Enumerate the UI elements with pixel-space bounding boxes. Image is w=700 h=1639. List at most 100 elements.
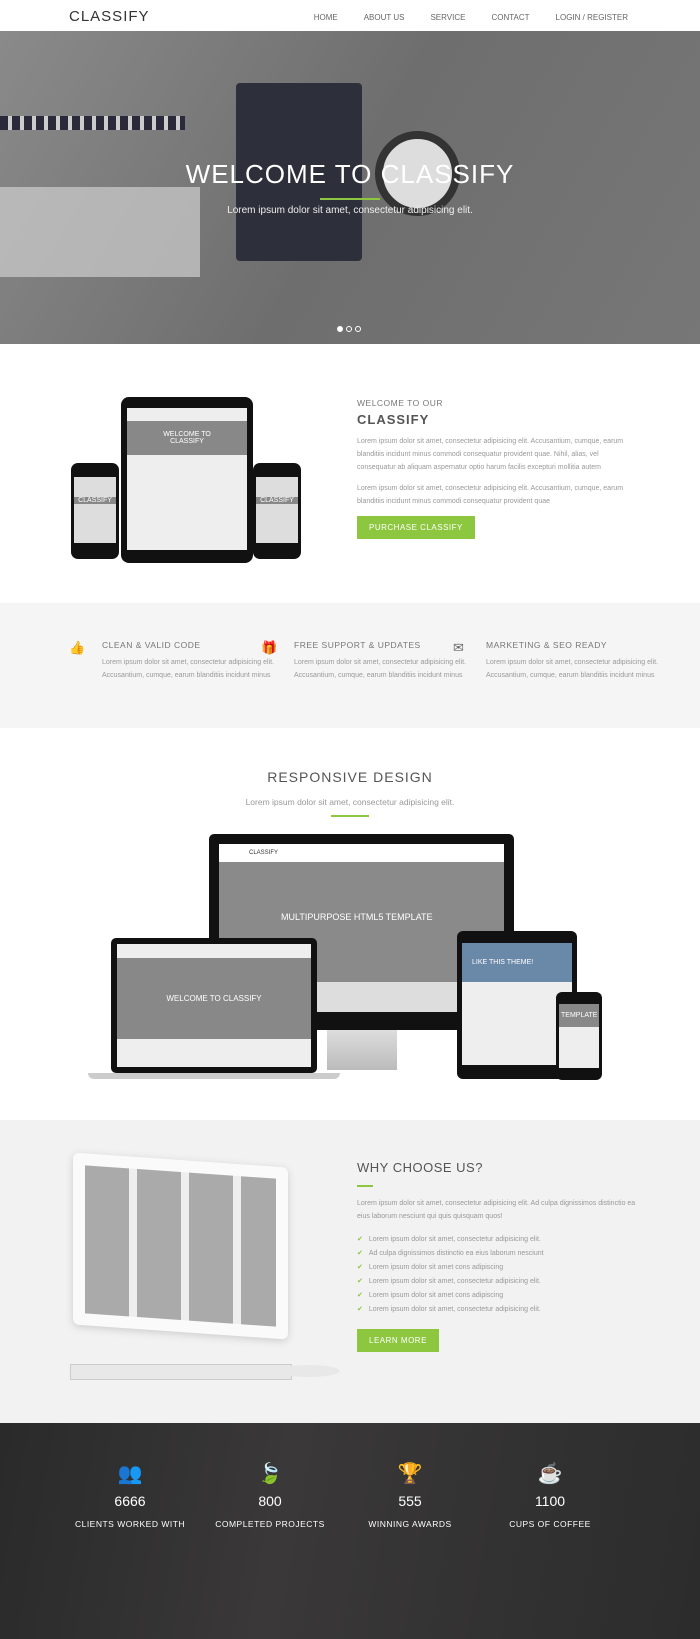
mock-text: WELCOME TO CLASSIFY — [117, 958, 311, 1039]
hero-divider — [320, 198, 380, 200]
mock-logo: CLASSIFY — [219, 844, 504, 862]
feature-title: MARKETING & SEO READY — [486, 640, 608, 650]
stat-number: 555 — [398, 1493, 422, 1509]
imac-mockup — [73, 1152, 288, 1340]
stat-item: 👥 6666 CLIENTS WORKED WITH — [60, 1461, 200, 1529]
check-text: Lorem ipsum dolor sit amet cons adipisci… — [368, 1264, 504, 1271]
divider — [331, 815, 369, 817]
responsive-section: RESPONSIVE DESIGN Lorem ipsum dolor sit … — [0, 728, 700, 1120]
stat-number: 6666 — [114, 1493, 146, 1509]
monitor-stand — [327, 1030, 397, 1070]
laptop-mockup: WELCOME TO CLASSIFY — [111, 938, 317, 1073]
check-text: Lorem ipsum dolor sit amet, consectetur … — [368, 1306, 541, 1313]
envelope-icon: ✉ — [453, 640, 464, 655]
welcome-paragraph: Lorem ipsum dolor sit amet, consectetur … — [357, 438, 624, 471]
stat-label: CUPS OF COFFEE — [509, 1519, 591, 1529]
check-item: ✔ Lorem ipsum dolor sit amet cons adipisc… — [357, 1289, 637, 1303]
keyboard-image — [70, 1364, 292, 1380]
responsive-title: RESPONSIVE DESIGN — [267, 769, 433, 785]
check-text: Ad culpa dignissimos distinctio ea eius … — [368, 1250, 544, 1257]
nav-contact[interactable]: CONTACT — [491, 13, 529, 22]
check-icon: ✔ — [357, 1278, 363, 1285]
hero-slider: WELCOME TO CLASSIFY Lorem ipsum dolor si… — [0, 31, 700, 344]
welcome-kicker: WELCOME TO OUR — [357, 398, 444, 408]
slider-dot[interactable] — [337, 326, 343, 332]
tablet-mockup: WELCOME TO CLASSIFY — [121, 397, 253, 563]
hero-keyboard-image — [0, 187, 200, 277]
coffee-icon: ☕ — [537, 1463, 563, 1485]
stats-row: 👥 6666 CLIENTS WORKED WITH 🍃 800 COMPLETED P… — [60, 1461, 620, 1529]
phone-mockup: CLASSIFY — [253, 463, 301, 559]
nav-service[interactable]: SERVICE — [430, 13, 465, 22]
check-item: ✔ Ad culpa dignissimos distinctio ea eius… — [357, 1247, 637, 1261]
check-item: ✔ Lorem ipsum dolor sit amet, consectetur… — [357, 1303, 637, 1317]
divider — [357, 1185, 373, 1187]
check-icon: ✔ — [357, 1236, 363, 1243]
welcome-section: CLASSIFY WELCOME TO CLASSIFY CLASSIFY WE… — [0, 344, 700, 603]
check-icon: ✔ — [357, 1292, 363, 1299]
logo[interactable]: CLASSIFY — [69, 8, 150, 25]
stat-item: ☕ 1100 CUPS OF COFFEE — [480, 1461, 620, 1529]
nav-home[interactable]: HOME — [314, 13, 338, 22]
users-icon: 👥 — [117, 1463, 143, 1485]
why-section: WHY CHOOSE US? Lorem ipsum dolor sit ame… — [0, 1120, 700, 1423]
purchase-button[interactable]: PURCHASE CLASSIFY — [357, 516, 475, 539]
welcome-paragraph: Lorem ipsum dolor sit amet, consectetur … — [357, 485, 624, 505]
responsive-subtitle: Lorem ipsum dolor sit amet, consectetur … — [245, 797, 455, 807]
navbar: CLASSIFY HOME ABOUT US SERVICE CONTACT L… — [0, 0, 700, 31]
trophy-icon: 🏆 — [397, 1463, 423, 1485]
phone-mockup: TEMPLATE — [556, 992, 602, 1080]
slider-dot[interactable] — [355, 326, 361, 332]
slider-dot[interactable] — [346, 326, 352, 332]
learn-more-button[interactable]: LEARN MORE — [357, 1329, 439, 1352]
check-icon: ✔ — [357, 1306, 363, 1313]
check-item: ✔ Lorem ipsum dolor sit amet cons adipisc… — [357, 1261, 637, 1275]
mock-text: CLASSIFY — [74, 497, 116, 504]
check-text: Lorem ipsum dolor sit amet, consectetur … — [368, 1278, 541, 1285]
stat-number: 800 — [258, 1493, 282, 1509]
check-text: Lorem ipsum dolor sit amet, consectetur … — [368, 1236, 541, 1243]
welcome-title: CLASSIFY — [357, 412, 430, 427]
welcome-text: WELCOME TO OUR CLASSIFY Lorem ipsum dolo… — [357, 398, 632, 539]
feature-item: ✉ MARKETING & SEO READY Lorem ipsum dolor … — [453, 640, 666, 682]
why-paragraph: Lorem ipsum dolor sit amet, consectetur … — [357, 1200, 636, 1220]
nav-login[interactable]: LOGIN / REGISTER — [556, 13, 628, 22]
thumbs-up-icon: 👍 — [69, 640, 86, 655]
leaf-icon: 🍃 — [257, 1463, 283, 1485]
feature-title: FREE SUPPORT & UPDATES — [294, 640, 421, 650]
slider-dots — [337, 326, 361, 332]
stat-label: CLIENTS WORKED WITH — [74, 1519, 186, 1529]
stat-number: 1100 — [534, 1493, 566, 1509]
check-item: ✔ Lorem ipsum dolor sit amet, consectetur… — [357, 1233, 637, 1247]
why-checklist: ✔ Lorem ipsum dolor sit amet, consectetur… — [357, 1233, 637, 1317]
nav-about[interactable]: ABOUT US — [364, 13, 405, 22]
mock-text: TEMPLATE — [559, 1004, 599, 1027]
feature-text: Lorem ipsum dolor sit amet, consectetur … — [486, 659, 658, 679]
imac-screen — [85, 1165, 276, 1327]
stat-label: WINNING AWARDS — [368, 1519, 452, 1529]
feature-title: CLEAN & VALID CODE — [102, 640, 201, 650]
hero-watch-image — [0, 116, 185, 130]
hero-subtitle: Lorem ipsum dolor sit amet, consectetur … — [227, 205, 473, 216]
stat-item: 🏆 555 WINNING AWARDS — [340, 1461, 480, 1529]
mock-text: LIKE THIS THEME! — [462, 943, 572, 982]
laptop-base — [88, 1073, 340, 1079]
stat-label: COMPLETED PROJECTS — [215, 1519, 325, 1529]
feature-text: Lorem ipsum dolor sit amet, consectetur … — [294, 659, 466, 679]
why-title: WHY CHOOSE US? — [357, 1160, 483, 1175]
gift-icon: 🎁 — [261, 640, 278, 655]
mock-text: WELCOME TO CLASSIFY — [127, 421, 247, 455]
feature-text: Lorem ipsum dolor sit amet, consectetur … — [102, 659, 274, 679]
feature-item: 👍 CLEAN & VALID CODE Lorem ipsum dolor sit… — [69, 640, 282, 682]
feature-item: 🎁 FREE SUPPORT & UPDATES Lorem ipsum dolor… — [261, 640, 474, 682]
stats-section: 👥 6666 CLIENTS WORKED WITH 🍃 800 COMPLETED P… — [0, 1423, 700, 1639]
phone-mockup: CLASSIFY — [71, 463, 119, 559]
check-item: ✔ Lorem ipsum dolor sit amet, consectetur… — [357, 1275, 637, 1289]
mouse-image — [278, 1365, 340, 1377]
why-text: WHY CHOOSE US? Lorem ipsum dolor sit ame… — [357, 1160, 637, 1352]
stat-item: 🍃 800 COMPLETED PROJECTS — [200, 1461, 340, 1529]
hero-title: WELCOME TO CLASSIFY — [185, 159, 515, 189]
mock-text: CLASSIFY — [256, 497, 298, 504]
nav-menu: HOME ABOUT US SERVICE CONTACT LOGIN / RE… — [314, 13, 628, 22]
features-section: 👍 CLEAN & VALID CODE Lorem ipsum dolor sit… — [0, 603, 700, 728]
